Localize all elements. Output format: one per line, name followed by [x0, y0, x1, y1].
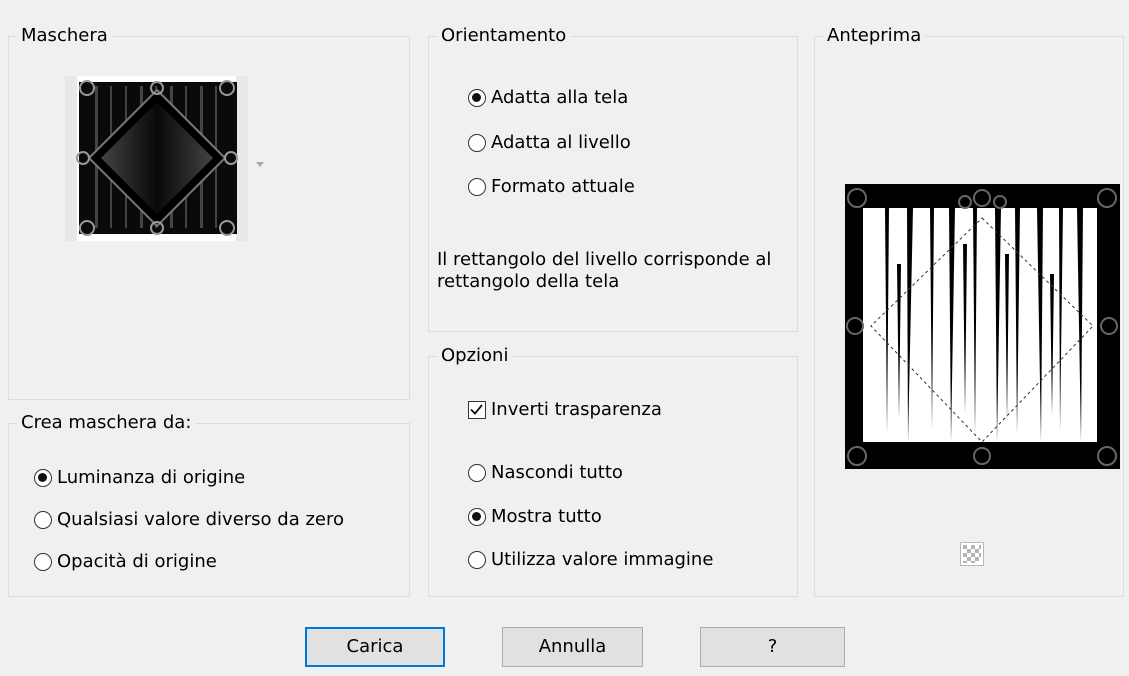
radio-label: Utilizza valore immagine	[491, 549, 714, 570]
checkbox	[468, 401, 486, 419]
radio-label: Adatta alla tela	[491, 87, 629, 108]
radio-button	[468, 551, 486, 569]
radio-current-format[interactable]: Formato attuale	[468, 175, 635, 199]
radio-button	[468, 178, 486, 196]
preview-group-title: Anteprima	[823, 24, 926, 48]
load-button[interactable]: Carica	[305, 627, 445, 667]
radio-button	[34, 553, 52, 571]
radio-label: Opacità di origine	[57, 551, 217, 572]
radio-hide-all[interactable]: Nascondi tutto	[468, 461, 623, 485]
help-button[interactable]: ?	[700, 627, 845, 667]
radio-label: Mostra tutto	[491, 506, 602, 527]
radio-button	[34, 469, 52, 487]
radio-source-nonzero[interactable]: Qualsiasi valore diverso da zero	[34, 508, 344, 532]
radio-label: Qualsiasi valore diverso da zero	[57, 509, 344, 530]
radio-label: Formato attuale	[491, 176, 635, 197]
radio-button	[34, 511, 52, 529]
radio-label: Adatta al livello	[491, 132, 631, 153]
source-group-title: Crea maschera da:	[17, 411, 196, 435]
cancel-button[interactable]: Annulla	[502, 627, 643, 667]
transparency-checker-icon	[963, 545, 981, 563]
mask-group-title: Maschera	[17, 24, 112, 48]
radio-source-opacity[interactable]: Opacità di origine	[34, 550, 217, 574]
mask-thumbnail[interactable]	[65, 76, 248, 241]
radio-label: Luminanza di origine	[57, 467, 246, 488]
radio-use-image-value[interactable]: Utilizza valore immagine	[468, 548, 713, 572]
chevron-down-icon	[256, 162, 264, 167]
checkbox-invert-transparency[interactable]: Inverti trasparenza	[468, 398, 662, 422]
orientation-group-title: Orientamento	[437, 24, 571, 48]
radio-button	[468, 134, 486, 152]
radio-source-luminance[interactable]: Luminanza di origine	[34, 466, 245, 490]
preview-area	[845, 184, 1120, 469]
radio-label: Nascondi tutto	[491, 462, 623, 483]
orientation-description: Il rettangolo del livello corrisponde al…	[437, 249, 772, 292]
checkbox-label: Inverti trasparenza	[491, 399, 662, 420]
radio-button	[468, 464, 486, 482]
checkmark-icon	[470, 404, 483, 415]
mask-preview-image	[845, 184, 1120, 469]
radio-show-all[interactable]: Mostra tutto	[468, 505, 602, 529]
radio-button	[468, 508, 486, 526]
radio-button	[468, 89, 486, 107]
radio-fit-canvas[interactable]: Adatta alla tela	[468, 86, 628, 110]
transparency-toggle[interactable]	[960, 542, 984, 566]
mask-thumbnail-image	[65, 76, 248, 241]
mask-dropdown-arrow[interactable]	[255, 152, 265, 167]
options-group-title: Opzioni	[437, 344, 513, 368]
radio-fit-layer[interactable]: Adatta al livello	[468, 131, 631, 155]
